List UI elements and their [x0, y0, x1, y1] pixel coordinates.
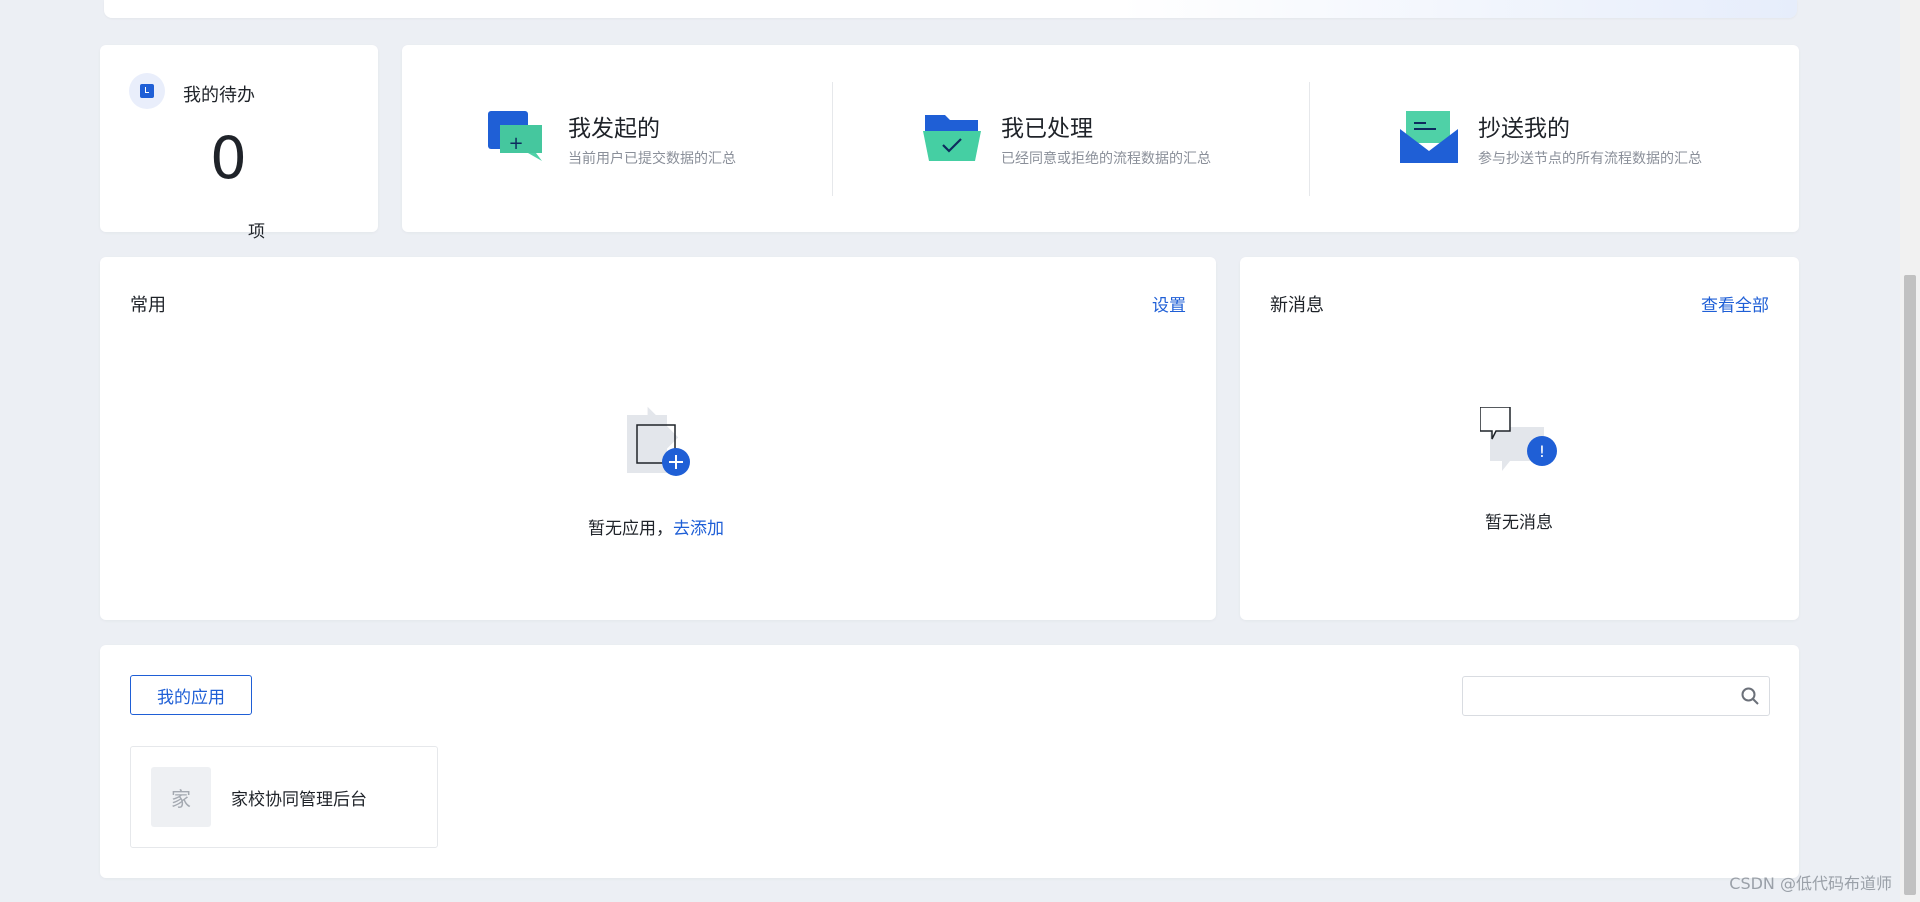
todo-title: 我的待办	[183, 85, 255, 106]
page-scrollbar[interactable]	[1900, 0, 1920, 902]
app-avatar: 家	[151, 767, 211, 827]
todo-card[interactable]: 我的待办 0 项	[100, 45, 378, 242]
stat-cc-desc: 参与抄送节点的所有流程数据的汇总	[1478, 151, 1702, 167]
todo-count: 0	[210, 124, 247, 192]
empty-apps-icon	[627, 406, 690, 476]
common-title: 常用	[130, 295, 166, 316]
messages-empty-text: 暂无消息	[1485, 513, 1553, 533]
messages-card: 新消息 查看全部 ! 暂无消息	[1240, 257, 1799, 620]
add-app-link[interactable]: 去添加	[673, 519, 724, 539]
process-stats-card: + 我发起的 当前用户已提交数据的汇总 我已处理 已经同意或拒绝的流程数据的汇总…	[402, 45, 1799, 232]
stat-initiated-name: 我发起的	[568, 116, 660, 142]
stat-cc[interactable]: 抄送我的 参与抄送节点的所有流程数据的汇总	[1310, 45, 1799, 232]
tab-my-apps[interactable]: 我的应用	[130, 675, 252, 715]
initiated-icon: +	[488, 111, 542, 161]
stat-processed-name: 我已处理	[1001, 116, 1093, 142]
search-icon[interactable]	[1741, 687, 1759, 705]
scrollbar-thumb[interactable]	[1904, 275, 1916, 895]
app-tile[interactable]: 家 家校协同管理后台	[130, 746, 438, 848]
common-empty-message: 暂无应用，去添加	[588, 514, 724, 539]
stat-processed[interactable]: 我已处理 已经同意或拒绝的流程数据的汇总	[833, 45, 1309, 232]
stat-initiated[interactable]: + 我发起的 当前用户已提交数据的汇总	[402, 45, 832, 232]
my-apps-card: 我的应用 家 家校协同管理后台	[100, 645, 1799, 878]
common-apps-card: 常用 设置 暂无应用，去添加	[100, 257, 1216, 620]
common-empty-text: 暂无应用，	[588, 519, 673, 539]
app-name: 家校协同管理后台	[231, 790, 367, 810]
svg-text:+: +	[508, 133, 523, 154]
empty-messages-icon: !	[1480, 407, 1557, 471]
app-search	[1462, 676, 1770, 716]
settings-link[interactable]: 设置	[1152, 291, 1186, 316]
app-search-input[interactable]	[1473, 677, 1733, 713]
clock-icon	[129, 73, 165, 109]
envelope-icon	[1400, 111, 1458, 163]
view-all-link[interactable]: 查看全部	[1701, 291, 1769, 316]
stat-processed-desc: 已经同意或拒绝的流程数据的汇总	[1001, 151, 1211, 167]
folder-check-icon	[923, 115, 981, 161]
stat-initiated-desc: 当前用户已提交数据的汇总	[568, 151, 736, 167]
todo-unit: 项	[248, 222, 265, 242]
top-banner-strip	[104, 0, 1797, 18]
messages-title: 新消息	[1270, 295, 1324, 316]
stat-cc-name: 抄送我的	[1478, 116, 1570, 142]
svg-text:!: !	[1539, 442, 1545, 461]
watermark: CSDN @低代码布道师	[1729, 874, 1892, 893]
